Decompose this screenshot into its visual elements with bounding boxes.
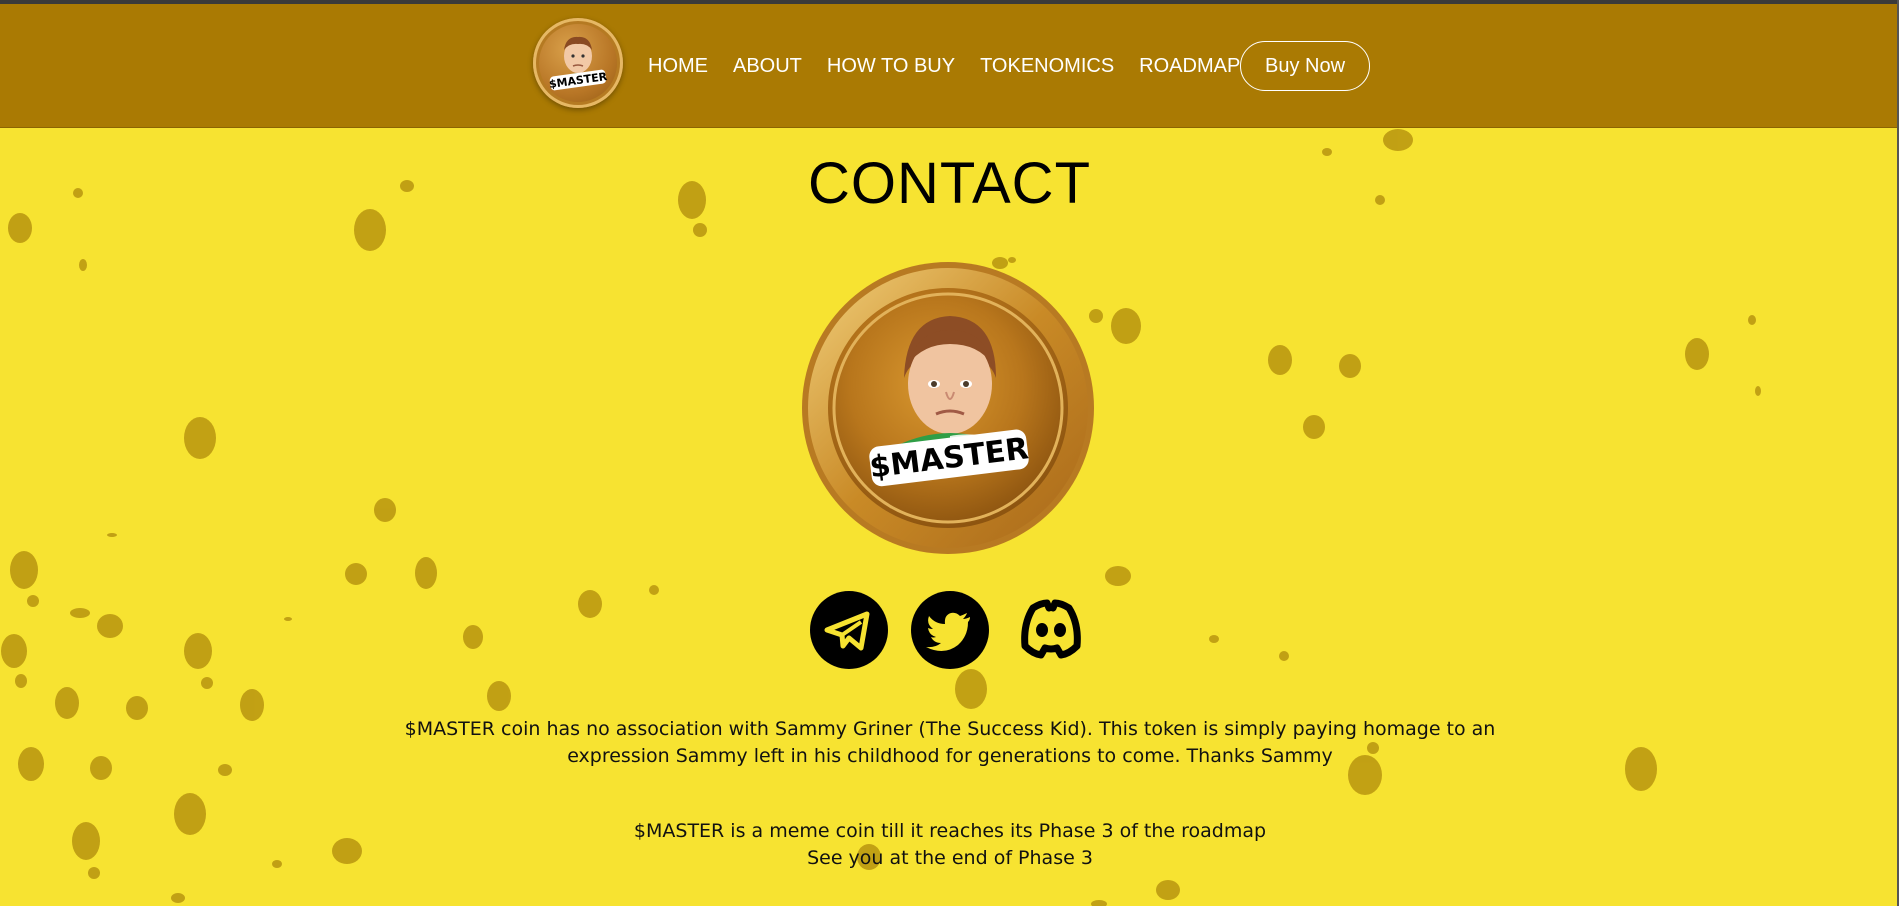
nav-about[interactable]: ABOUT [733,55,802,78]
phase-note-text: $MASTER is a meme coin till it reaches i… [633,820,1267,869]
page-title: CONTACT [807,151,1091,216]
nav-links: HOME ABOUT HOW TO BUY TOKENOMICS ROADMAP [648,4,1240,128]
nav-tokenomics[interactable]: TOKENOMICS [980,55,1114,78]
buy-now-button[interactable]: Buy Now [1240,41,1370,91]
success-kid-logo-icon: $MASTER [548,36,608,91]
twitter-icon[interactable] [910,590,990,670]
nav-home[interactable]: HOME [648,55,708,78]
nav-roadmap[interactable]: ROADMAP [1139,55,1240,78]
master-coin-image: $MASTER [802,262,1094,554]
nav-how-to-buy[interactable]: HOW TO BUY [827,55,955,78]
disclaimer-text: $MASTER coin has no association with Sam… [404,718,1496,767]
telegram-icon[interactable] [809,590,889,670]
logo-text: $MASTER [548,70,608,91]
site-logo[interactable]: $MASTER [533,18,623,108]
site-header: $MASTER HOME ABOUT HOW TO BUY TOKENOMICS… [0,4,1899,128]
discord-icon[interactable] [1011,590,1091,670]
